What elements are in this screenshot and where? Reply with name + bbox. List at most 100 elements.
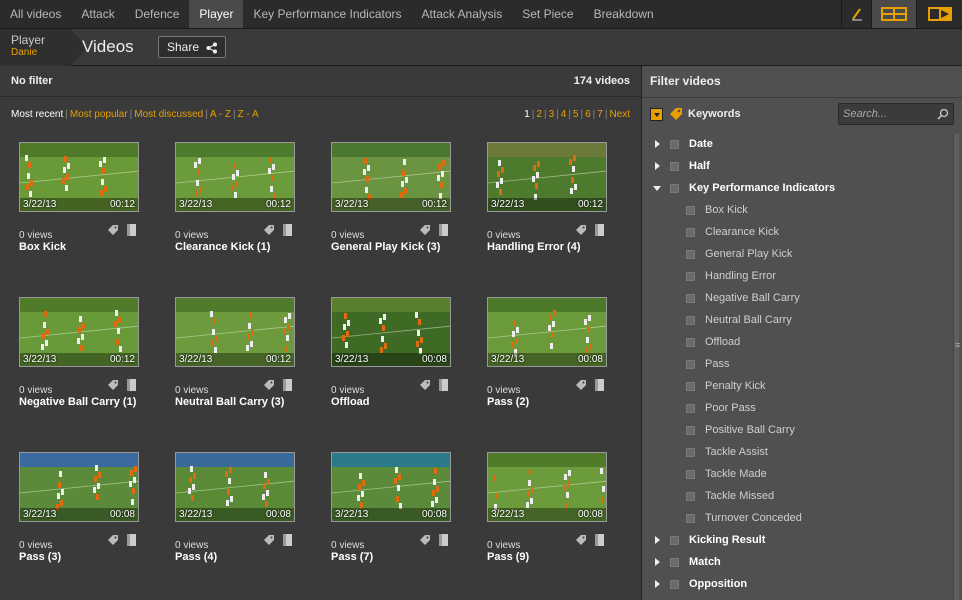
- filter-option[interactable]: Turnover Conceded: [686, 509, 802, 527]
- filter-option[interactable]: Clearance Kick: [686, 223, 779, 241]
- video-thumbnail[interactable]: 3/22/13 00:12: [19, 297, 139, 367]
- filter-group[interactable]: Match: [652, 553, 721, 571]
- video-thumbnail[interactable]: 3/22/13 00:08: [487, 452, 607, 522]
- tag-icon[interactable]: [575, 224, 587, 236]
- note-icon[interactable]: [126, 534, 137, 546]
- sidebar-scrollbar[interactable]: [951, 134, 961, 600]
- filter-option[interactable]: Positive Ball Carry: [686, 421, 795, 439]
- filter-group[interactable]: Opposition: [652, 575, 747, 593]
- tag-icon[interactable]: [263, 534, 275, 546]
- note-icon[interactable]: [438, 224, 449, 236]
- video-card[interactable]: 3/22/13 00:08 0 views Pass (7): [331, 452, 461, 572]
- resize-grip-icon[interactable]: ≡: [955, 340, 960, 350]
- video-thumbnail[interactable]: 3/22/13 00:12: [175, 142, 295, 212]
- filter-option[interactable]: Pass: [686, 355, 729, 373]
- video-card[interactable]: 3/22/13 00:12 0 views Negative Ball Carr…: [19, 297, 149, 417]
- expand-arrow-icon[interactable]: [652, 535, 662, 545]
- note-icon[interactable]: [282, 534, 293, 546]
- filter-option[interactable]: Box Kick: [686, 201, 748, 219]
- note-icon[interactable]: [594, 379, 605, 391]
- page-4[interactable]: 4: [561, 109, 567, 120]
- tab-set-piece[interactable]: Set Piece: [512, 0, 583, 28]
- tag-icon[interactable]: [419, 379, 431, 391]
- note-icon[interactable]: [438, 534, 449, 546]
- filter-option[interactable]: General Play Kick: [686, 245, 792, 263]
- page-2[interactable]: 2: [536, 109, 542, 120]
- note-icon[interactable]: [126, 379, 137, 391]
- filter-checkbox[interactable]: [686, 249, 695, 259]
- tab-attack-analysis[interactable]: Attack Analysis: [412, 0, 513, 28]
- video-thumbnail[interactable]: 3/22/13 00:12: [175, 297, 295, 367]
- filter-checkbox[interactable]: [686, 293, 695, 303]
- filter-checkbox[interactable]: [670, 183, 679, 193]
- sort-most-popular[interactable]: Most popular: [70, 109, 128, 120]
- video-title[interactable]: Pass (7): [331, 551, 373, 563]
- filter-group[interactable]: Kicking Result: [652, 531, 765, 549]
- tab-all-videos[interactable]: All videos: [0, 0, 71, 28]
- sort-most-recent[interactable]: Most recent: [11, 109, 63, 120]
- play-view-icon[interactable]: [916, 0, 962, 28]
- note-icon[interactable]: [438, 379, 449, 391]
- filter-checkbox[interactable]: [670, 557, 679, 567]
- video-thumbnail[interactable]: 3/22/13 00:12: [487, 142, 607, 212]
- filter-checkbox[interactable]: [686, 315, 695, 325]
- video-thumbnail[interactable]: 3/22/13 00:08: [487, 297, 607, 367]
- breadcrumb-child[interactable]: Danie: [11, 47, 70, 58]
- video-card[interactable]: 3/22/13 00:08 0 views Pass (3): [19, 452, 149, 572]
- tag-icon[interactable]: [263, 379, 275, 391]
- filter-option[interactable]: Tackle Assist: [686, 443, 768, 461]
- tab-attack[interactable]: Attack: [71, 0, 124, 28]
- scrollbar-thumb[interactable]: [953, 134, 959, 600]
- video-title[interactable]: Neutral Ball Carry (3): [175, 396, 284, 408]
- note-icon[interactable]: [594, 534, 605, 546]
- filter-checkbox[interactable]: [686, 491, 695, 501]
- video-thumbnail[interactable]: 3/22/13 00:12: [331, 142, 451, 212]
- tag-icon[interactable]: [419, 224, 431, 236]
- video-title[interactable]: Pass (9): [487, 551, 529, 563]
- collapse-arrow-icon[interactable]: [652, 183, 662, 193]
- video-thumbnail[interactable]: 3/22/13 00:08: [331, 297, 451, 367]
- page-3[interactable]: 3: [549, 109, 555, 120]
- tab-breakdown[interactable]: Breakdown: [584, 0, 664, 28]
- video-thumbnail[interactable]: 3/22/13 00:08: [331, 452, 451, 522]
- filter-option[interactable]: Neutral Ball Carry: [686, 311, 792, 329]
- video-title[interactable]: General Play Kick (3): [331, 241, 440, 253]
- page-1[interactable]: 1: [524, 109, 530, 120]
- page-7[interactable]: 7: [597, 109, 603, 120]
- tag-icon[interactable]: [107, 534, 119, 546]
- page-5[interactable]: 5: [573, 109, 579, 120]
- video-title[interactable]: Clearance Kick (1): [175, 241, 270, 253]
- search-icon[interactable]: [937, 108, 949, 120]
- filter-option[interactable]: Tackle Missed: [686, 487, 774, 505]
- filter-checkbox[interactable]: [686, 337, 695, 347]
- tag-icon[interactable]: [107, 224, 119, 236]
- tab-player[interactable]: Player: [189, 0, 244, 28]
- keywords-dropdown-button[interactable]: [650, 108, 663, 121]
- video-title[interactable]: Negative Ball Carry (1): [19, 396, 136, 408]
- filter-option[interactable]: Negative Ball Carry: [686, 289, 800, 307]
- filter-checkbox[interactable]: [670, 161, 679, 171]
- video-thumbnail[interactable]: 3/22/13 00:08: [175, 452, 295, 522]
- video-title[interactable]: Box Kick: [19, 241, 66, 253]
- video-thumbnail[interactable]: 3/22/13 00:12: [19, 142, 139, 212]
- tab-defence[interactable]: Defence: [125, 0, 190, 28]
- filter-checkbox[interactable]: [686, 403, 695, 413]
- video-card[interactable]: 3/22/13 00:12 0 views Neutral Ball Carry…: [175, 297, 305, 417]
- filter-checkbox[interactable]: [670, 535, 679, 545]
- filter-option[interactable]: Penalty Kick: [686, 377, 766, 395]
- sort-most-discussed[interactable]: Most discussed: [134, 109, 203, 120]
- expand-arrow-icon[interactable]: [652, 161, 662, 171]
- filter-checkbox[interactable]: [686, 513, 695, 523]
- filter-option[interactable]: Offload: [686, 333, 740, 351]
- note-icon[interactable]: [282, 379, 293, 391]
- video-thumbnail[interactable]: 3/22/13 00:08: [19, 452, 139, 522]
- tag-icon[interactable]: [575, 534, 587, 546]
- expand-arrow-icon[interactable]: [652, 557, 662, 567]
- note-icon[interactable]: [594, 224, 605, 236]
- sort-z-a[interactable]: Z - A: [238, 109, 259, 120]
- next-page-link[interactable]: Next: [609, 109, 630, 120]
- filter-checkbox[interactable]: [686, 425, 695, 435]
- video-title[interactable]: Pass (4): [175, 551, 217, 563]
- sort-a-z[interactable]: A - Z: [210, 109, 231, 120]
- tag-icon[interactable]: [263, 224, 275, 236]
